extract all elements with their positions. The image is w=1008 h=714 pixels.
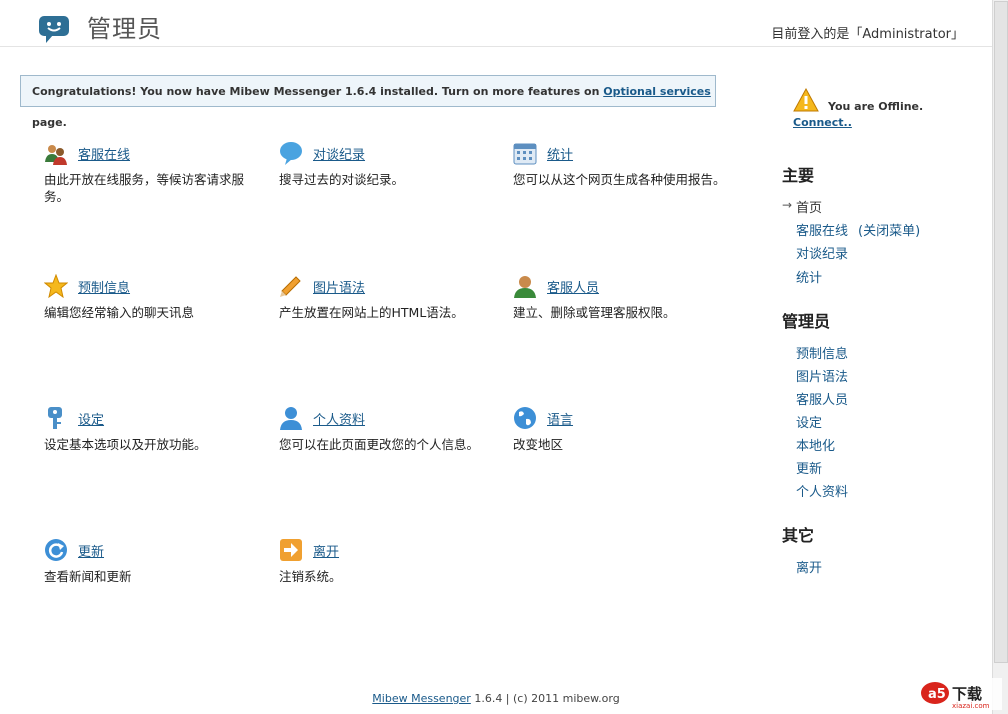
sidebar-item-profile[interactable]: 个人资料 — [796, 481, 848, 500]
menu-item-title[interactable]: 设定 — [78, 409, 104, 428]
menu-item-desc: 注销系统。 — [279, 569, 342, 584]
menu-item-title[interactable]: 对谈纪录 — [313, 144, 365, 163]
watermark-text: 下载 — [952, 685, 982, 703]
sidebar-heading-main: 主要 — [782, 166, 815, 185]
settings-key-icon — [48, 407, 62, 429]
menu-item-title[interactable]: 客服人员 — [547, 277, 599, 296]
menu-item-title[interactable]: 预制信息 — [78, 277, 130, 296]
statistics-calendar-icon — [513, 143, 537, 165]
menu-item-title[interactable]: 图片语法 — [313, 277, 365, 296]
connect-link[interactable]: Connect.. — [793, 116, 852, 129]
menu-item-title[interactable]: 统计 — [547, 144, 573, 163]
page-header: 管理员 目前登入的是「Administrator」 — [0, 0, 992, 47]
sidebar-item-label[interactable]: 客服在线 — [796, 224, 848, 239]
menu-item-title[interactable]: 客服在线 — [78, 144, 130, 163]
sidebar-item-operators-online[interactable]: 客服在线 (关闭菜单) — [796, 220, 920, 239]
menu-item-desc: 编辑您经常输入的聊天讯息 — [44, 305, 195, 320]
scrollbar-thumb[interactable] — [994, 1, 1008, 663]
menu-item-desc: 产生放置在网站上的HTML语法。 — [279, 305, 464, 320]
star-icon — [44, 274, 68, 298]
globe-icon — [514, 407, 536, 429]
menu-item-desc: 改变地区 — [513, 437, 564, 452]
svg-text:a5: a5 — [928, 687, 946, 702]
sidebar-heading-other: 其它 — [782, 526, 815, 545]
sidebar-item-home[interactable]: 首页 — [796, 197, 822, 216]
sidebar-item-canned-messages[interactable]: 预制信息 — [796, 343, 848, 362]
sidebar-item-button-code[interactable]: 图片语法 — [796, 366, 848, 385]
pencil-icon — [280, 276, 301, 297]
profile-person-icon — [280, 407, 302, 430]
sidebar-item-updates[interactable]: 更新 — [796, 458, 822, 477]
menu-item-title[interactable]: 语言 — [547, 409, 573, 428]
warning-icon — [793, 88, 819, 112]
chat-logo-icon — [39, 16, 69, 43]
current-page-arrow-icon: → — [782, 198, 793, 212]
menu-item-desc: 查看新闻和更新 — [44, 569, 132, 584]
operators-online-icon — [45, 145, 67, 165]
logout-arrow-icon — [280, 539, 302, 561]
sidebar-item-statistics[interactable]: 统计 — [796, 267, 822, 286]
menu-item-desc: 由此开放在线服务，等候访客请求服务。 — [44, 172, 245, 204]
footer-text: 1.6.4 | (c) 2011 mibew.org — [470, 692, 620, 705]
watermark-logo: a5 下载 xiazai.com — [918, 678, 1002, 710]
notice-suffix: page. — [32, 116, 67, 129]
sidebar-item-settings[interactable]: 设定 — [796, 412, 822, 431]
update-refresh-icon — [45, 539, 67, 561]
menu-item-desc: 设定基本选项以及开放功能。 — [44, 437, 207, 452]
mibew-messenger-link[interactable]: Mibew Messenger — [372, 692, 471, 705]
offline-status-text: You are Offline. — [828, 100, 924, 113]
close-menu-link[interactable]: (关闭菜单) — [858, 224, 920, 239]
optional-services-link[interactable]: Optional services — [603, 85, 711, 98]
logged-in-user: 目前登入的是「Administrator」 — [771, 27, 964, 42]
menu-item-desc: 建立、删除或管理客服权限。 — [513, 305, 676, 320]
operator-status: You are Offline. Connect.. — [793, 88, 953, 129]
page-title: 管理员 — [87, 15, 162, 43]
sidebar-item-operators[interactable]: 客服人员 — [796, 389, 848, 408]
notice-text: Congratulations! You now have Mibew Mess… — [32, 85, 604, 98]
menu-item-desc: 您可以从这个网页生成各种使用报告。 — [513, 172, 726, 187]
operator-person-icon — [514, 276, 536, 298]
install-notice: Congratulations! You now have Mibew Mess… — [20, 75, 716, 129]
menu-item-title[interactable]: 更新 — [78, 541, 104, 560]
sidebar-heading-admin: 管理员 — [782, 312, 831, 331]
chat-history-icon — [280, 142, 302, 165]
sidebar-item-logout[interactable]: 离开 — [796, 557, 822, 576]
menu-item-desc: 您可以在此页面更改您的个人信息。 — [279, 437, 480, 452]
page-footer: Mibew Messenger 1.6.4 | (c) 2011 mibew.o… — [0, 692, 992, 705]
menu-item-desc: 搜寻过去的对谈纪录。 — [279, 172, 405, 187]
menu-item-title[interactable]: 离开 — [313, 541, 339, 560]
menu-item-title[interactable]: 个人资料 — [313, 409, 365, 428]
sidebar-item-chat-history[interactable]: 对谈纪录 — [796, 243, 848, 262]
watermark-sub: xiazai.com — [952, 702, 990, 710]
sidebar-item-localization[interactable]: 本地化 — [796, 435, 835, 454]
